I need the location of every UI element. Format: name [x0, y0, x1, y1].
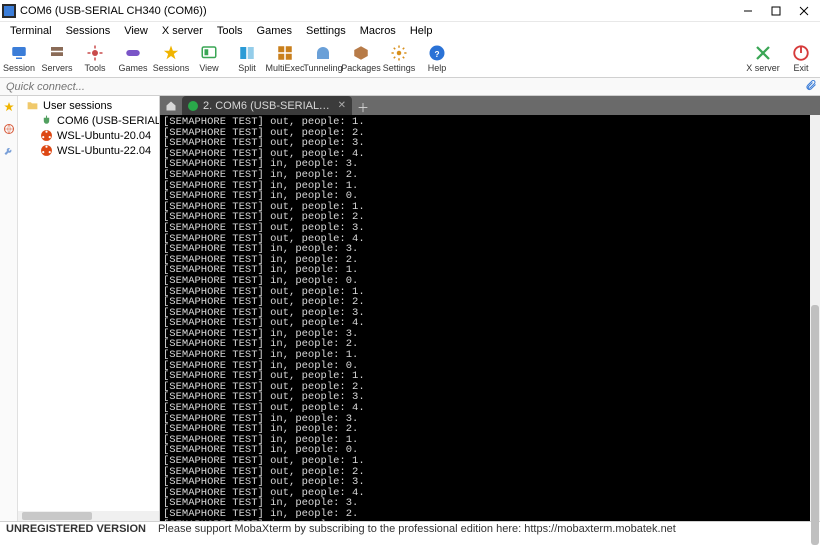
menu-games[interactable]: Games — [251, 24, 298, 38]
tool-settings[interactable]: Settings — [380, 42, 418, 75]
games-icon — [124, 44, 142, 62]
tool-games[interactable]: Games — [114, 42, 152, 75]
session-tree: User sessions COM6 (USB-SERIAL CH340 (CO W… — [18, 96, 159, 511]
title-bar: COM6 (USB-SERIAL CH340 (COM6)) — [0, 0, 820, 22]
split-icon — [238, 44, 256, 62]
tab-status-icon — [188, 101, 198, 111]
paperclip-icon[interactable] — [802, 79, 820, 94]
tool-label: Sessions — [153, 63, 190, 73]
tool-label: Tunneling — [303, 63, 342, 73]
close-button[interactable] — [790, 1, 818, 21]
menu-bar: TerminalSessionsViewX serverToolsGamesSe… — [0, 22, 820, 40]
status-right: Please support MobaXterm by subscribing … — [158, 523, 676, 535]
menu-macros[interactable]: Macros — [354, 24, 402, 38]
servers-icon — [48, 44, 66, 62]
left-rail — [0, 96, 18, 521]
ubuntu-icon — [40, 144, 53, 157]
star-icon[interactable] — [2, 100, 16, 114]
view-icon — [200, 44, 218, 62]
exit-icon — [792, 44, 810, 62]
tool-label: Settings — [383, 63, 416, 73]
status-bar: UNREGISTERED VERSION Please support Moba… — [0, 521, 820, 535]
quick-connect-bar — [0, 78, 820, 96]
menu-x-server[interactable]: X server — [156, 24, 209, 38]
globe-icon[interactable] — [2, 122, 16, 136]
tree-item-label: WSL-Ubuntu-22.04 — [57, 145, 151, 157]
tree-root[interactable]: User sessions — [18, 98, 159, 113]
home-tab[interactable] — [160, 96, 182, 115]
settings-icon — [390, 44, 408, 62]
tool-label: Session — [3, 63, 35, 73]
tree-item[interactable]: WSL-Ubuntu-20.04 — [18, 128, 159, 143]
sidebar-hscroll[interactable] — [18, 511, 159, 521]
tool-label: MultiExec — [266, 63, 305, 73]
session-sidebar: User sessions COM6 (USB-SERIAL CH340 (CO W… — [18, 96, 160, 521]
tool-multiexec[interactable]: MultiExec — [266, 42, 304, 75]
toolbar: Session Servers Tools Games Sessions View Spli… — [0, 40, 820, 78]
tool-servers[interactable]: Servers — [38, 42, 76, 75]
menu-settings[interactable]: Settings — [300, 24, 352, 38]
menu-help[interactable]: Help — [404, 24, 439, 38]
tool-session[interactable]: Session — [0, 42, 38, 75]
tool-tunneling[interactable]: Tunneling — [304, 42, 342, 75]
tool-sessions[interactable]: Sessions — [152, 42, 190, 75]
menu-sessions[interactable]: Sessions — [60, 24, 117, 38]
tree-item-label: WSL-Ubuntu-20.04 — [57, 130, 151, 142]
tree-item-label: COM6 (USB-SERIAL CH340 (CO — [57, 115, 159, 127]
menu-tools[interactable]: Tools — [211, 24, 249, 38]
tool-label: Games — [118, 63, 147, 73]
svg-text:?: ? — [434, 50, 439, 59]
app-icon — [2, 4, 16, 18]
tool-icon[interactable] — [2, 144, 16, 158]
xserver-icon — [754, 44, 772, 62]
tool-view[interactable]: View — [190, 42, 228, 75]
tool-tools[interactable]: Tools — [76, 42, 114, 75]
ubuntu-icon — [40, 129, 53, 142]
tool-label: View — [199, 63, 218, 73]
tool-label: Tools — [84, 63, 105, 73]
window-title: COM6 (USB-SERIAL CH340 (COM6)) — [20, 5, 734, 17]
tab-bar: 2. COM6 (USB-SERIAL CH340 (CO ✕ ＋ — [160, 96, 820, 115]
tool-label: Exit — [793, 63, 808, 73]
tool-packages[interactable]: Packages — [342, 42, 380, 75]
tab-label: 2. COM6 (USB-SERIAL CH340 (CO — [203, 100, 333, 112]
tab-close-icon[interactable]: ✕ — [338, 100, 346, 111]
plug-icon — [40, 114, 53, 127]
folder-icon — [26, 99, 39, 112]
tool-label: Servers — [41, 63, 72, 73]
multiexec-icon — [276, 44, 294, 62]
packages-icon — [352, 44, 370, 62]
tool-label: Packages — [341, 63, 381, 73]
tool-label: Help — [428, 63, 447, 73]
maximize-button[interactable] — [762, 1, 790, 21]
terminal-output[interactable]: [SEMAPHORE TEST] out, people: 1. [SEMAPH… — [160, 115, 810, 521]
new-tab-button[interactable]: ＋ — [355, 99, 371, 115]
sessions-icon — [162, 44, 180, 62]
tool-xserver[interactable]: X server — [744, 42, 782, 75]
tree-root-label: User sessions — [43, 100, 112, 112]
status-left: UNREGISTERED VERSION — [6, 523, 146, 535]
session-icon — [10, 44, 28, 62]
tools-icon — [86, 44, 104, 62]
tool-help[interactable]: ? Help — [418, 42, 456, 75]
minimize-button[interactable] — [734, 1, 762, 21]
terminal-tab[interactable]: 2. COM6 (USB-SERIAL CH340 (CO ✕ — [182, 96, 352, 115]
tool-label: X server — [746, 63, 780, 73]
menu-terminal[interactable]: Terminal — [4, 24, 58, 38]
tool-label: Split — [238, 63, 256, 73]
tree-item[interactable]: WSL-Ubuntu-22.04 — [18, 143, 159, 158]
tunneling-icon — [314, 44, 332, 62]
tool-split[interactable]: Split — [228, 42, 266, 75]
menu-view[interactable]: View — [118, 24, 154, 38]
quick-connect-input[interactable] — [0, 79, 160, 95]
tree-item[interactable]: COM6 (USB-SERIAL CH340 (CO — [18, 113, 159, 128]
help-icon: ? — [428, 44, 446, 62]
terminal-vscroll[interactable] — [810, 115, 820, 521]
tool-exit[interactable]: Exit — [782, 42, 820, 75]
